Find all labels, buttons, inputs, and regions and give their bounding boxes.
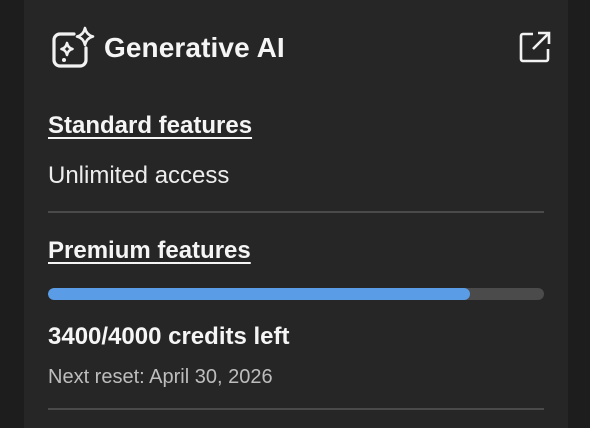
next-reset-text: Next reset: April 30, 2026	[48, 366, 273, 388]
standard-features-link[interactable]: Standard features	[48, 112, 252, 140]
panel-header: Generative AI	[48, 24, 551, 74]
credits-left-text: 3400/4000 credits left	[48, 323, 290, 350]
standard-access-text: Unlimited access	[48, 162, 230, 189]
sparkle-ai-icon	[50, 26, 98, 70]
section-divider	[48, 408, 544, 410]
credits-progress-bar	[48, 288, 544, 300]
section-divider	[48, 211, 544, 213]
open-external-icon[interactable]	[518, 30, 552, 64]
premium-features-link[interactable]: Premium features	[48, 237, 251, 265]
generative-ai-panel: Generative AI Standard features Unlimite…	[24, 0, 568, 428]
panel-title: Generative AI	[104, 32, 285, 63]
credits-progress-fill	[48, 288, 470, 300]
